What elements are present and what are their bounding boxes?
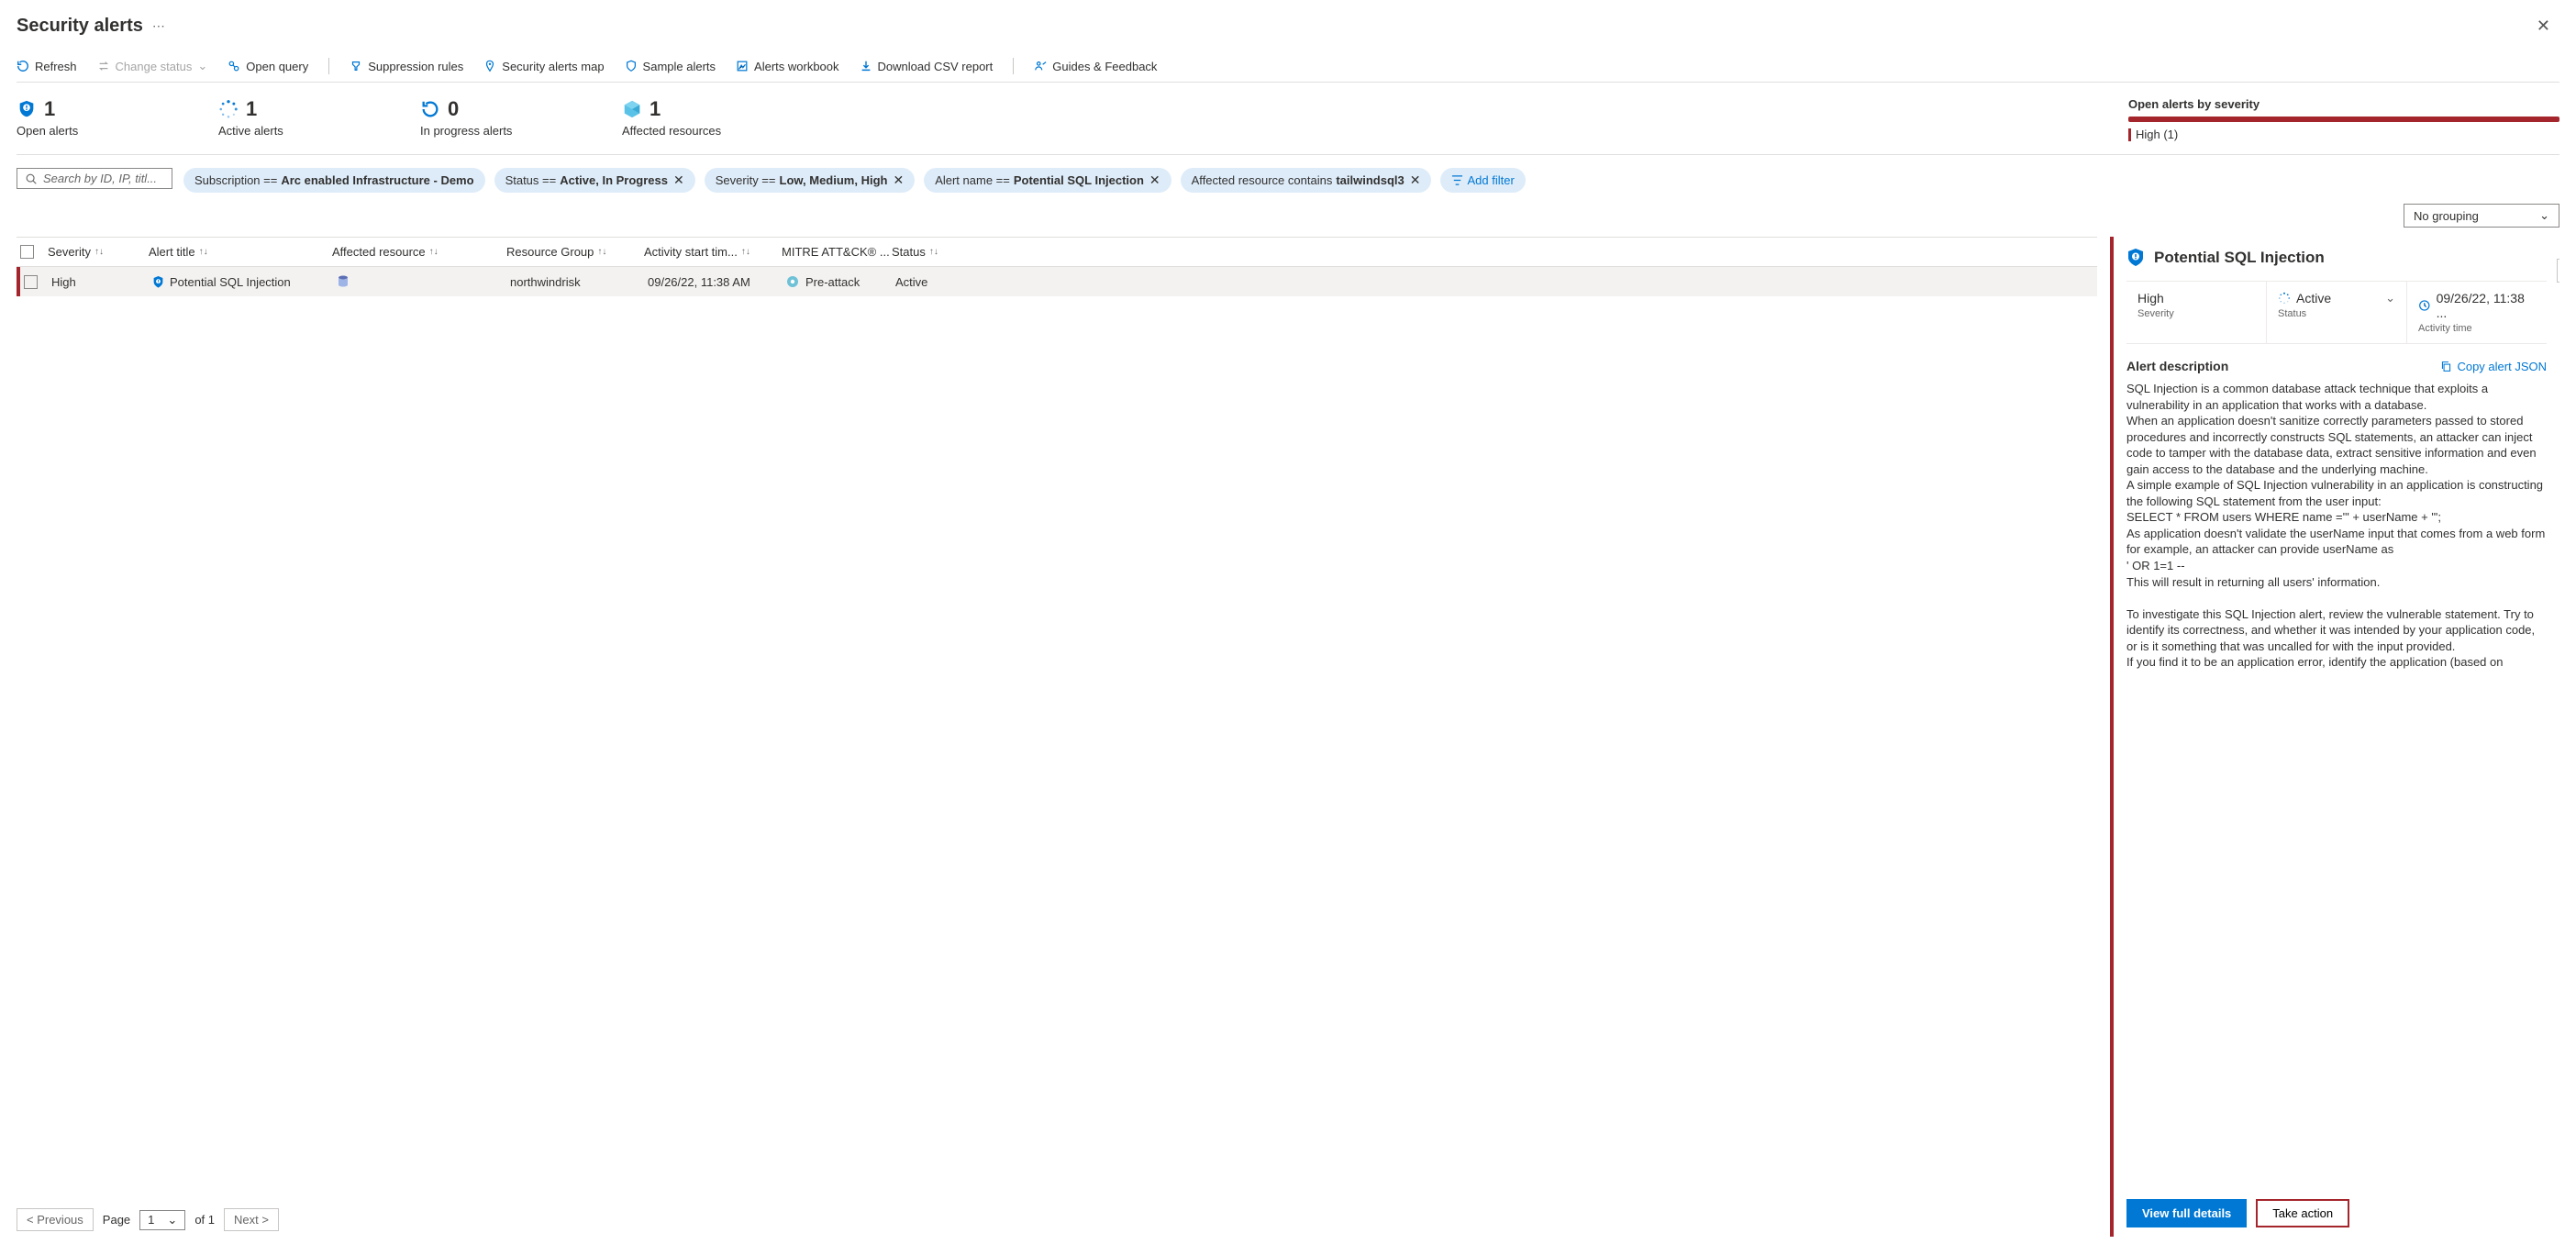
search-icon (25, 172, 38, 185)
download-icon (860, 60, 872, 72)
guides-button[interactable]: Guides & Feedback (1034, 60, 1157, 73)
cell-status: Active (895, 275, 969, 289)
close-icon[interactable]: ✕ (2527, 11, 2559, 41)
remove-filter-icon[interactable]: ✕ (1410, 172, 1421, 188)
open-query-button[interactable]: Open query (228, 60, 308, 73)
kpi-affected-label: Affected resources (622, 124, 750, 138)
col-status[interactable]: Status↑↓ (892, 245, 965, 259)
page-select[interactable]: 1⌄ (139, 1210, 185, 1230)
remove-filter-icon[interactable]: ✕ (1149, 172, 1160, 188)
kpi-affected-value: 1 (650, 97, 661, 121)
filter-alert-name[interactable]: Alert name == Potential SQL Injection✕ (924, 168, 1171, 193)
next-page-button[interactable]: Next > (224, 1208, 279, 1231)
change-status-button: Change status ⌄ (97, 59, 208, 73)
col-severity[interactable]: Severity↑↓ (48, 245, 149, 259)
col-time[interactable]: Activity start tim...↑↓ (644, 245, 782, 259)
mitre-icon (785, 274, 800, 289)
panel-time: 09/26/22, 11:38 ... (2437, 291, 2536, 320)
workbook-button[interactable]: Alerts workbook (736, 60, 838, 73)
alert-description: SQL Injection is a common database attac… (2126, 381, 2547, 1186)
active-icon (2278, 292, 2291, 305)
panel-title: Potential SQL Injection (2154, 249, 2325, 267)
cell-mitre: Pre-attack (805, 275, 860, 289)
kpi-progress-value: 0 (448, 97, 459, 121)
col-title[interactable]: Alert title↑↓ (149, 245, 332, 259)
sql-server-icon (336, 274, 350, 289)
refresh-button[interactable]: Refresh (17, 60, 77, 73)
expand-panel-button[interactable]: › (2557, 259, 2559, 283)
col-resource[interactable]: Affected resource↑↓ (332, 245, 506, 259)
severity-legend: High (1) (2128, 128, 2559, 141)
add-filter-button[interactable]: Add filter (1440, 168, 1525, 193)
cell-rg: northwindrisk (510, 275, 648, 289)
filter-severity[interactable]: Severity == Low, Medium, High✕ (705, 168, 915, 193)
filter-status[interactable]: Status == Active, In Progress✕ (494, 168, 695, 193)
col-mitre[interactable]: MITRE ATT&CK® ... (782, 245, 892, 259)
workbook-icon (736, 60, 749, 72)
shield-icon (625, 60, 638, 72)
description-heading: Alert description (2126, 359, 2228, 373)
panel-status: Active (2296, 291, 2331, 305)
guides-icon (1034, 60, 1047, 72)
take-action-button[interactable]: Take action (2256, 1199, 2349, 1227)
swap-icon (97, 60, 110, 72)
refresh-icon (17, 60, 29, 72)
filter-subscription[interactable]: Subscription == Arc enabled Infrastructu… (183, 168, 485, 193)
select-all-checkbox[interactable] (20, 245, 34, 259)
cell-title: Potential SQL Injection (170, 275, 291, 289)
prev-page-button[interactable]: < Previous (17, 1208, 94, 1231)
query-icon (228, 60, 240, 72)
shield-alert-icon (2126, 248, 2145, 268)
kpi-active-label: Active alerts (218, 124, 347, 138)
cube-icon (622, 99, 642, 119)
page-of: of 1 (194, 1213, 215, 1227)
cell-severity: High (51, 275, 152, 289)
chevron-down-icon: ⌄ (197, 59, 207, 73)
copy-json-button[interactable]: Copy alert JSON (2440, 360, 2547, 373)
chevron-down-icon[interactable]: ⌄ (2385, 291, 2395, 305)
kpi-progress-label: In progress alerts (420, 124, 549, 138)
clock-icon (2418, 299, 2431, 312)
row-checkbox[interactable] (24, 275, 38, 289)
kpi-open-value: 1 (44, 97, 55, 121)
page-label: Page (103, 1213, 130, 1227)
filter-icon (1451, 174, 1463, 186)
search-input[interactable]: Search by ID, IP, titl... (17, 168, 172, 189)
copy-icon (2440, 361, 2452, 372)
active-icon (218, 99, 239, 119)
severity-bar (2128, 117, 2559, 122)
download-csv-button[interactable]: Download CSV report (860, 60, 994, 73)
table-row[interactable]: High Potential SQL Injection northwindri… (17, 267, 2097, 296)
chevron-down-icon: ⌄ (2539, 208, 2549, 223)
chevron-down-icon: ⌄ (167, 1213, 177, 1227)
grouping-select[interactable]: No grouping⌄ (2404, 204, 2559, 228)
suppression-button[interactable]: Suppression rules (350, 60, 463, 73)
cell-time: 09/26/22, 11:38 AM (648, 275, 785, 289)
progress-icon (420, 99, 440, 119)
remove-filter-icon[interactable]: ✕ (673, 172, 684, 188)
kpi-active-value: 1 (246, 97, 257, 121)
filter-resource[interactable]: Affected resource contains tailwindsql3✕ (1181, 168, 1432, 193)
view-full-details-button[interactable]: View full details (2126, 1199, 2247, 1227)
remove-filter-icon[interactable]: ✕ (893, 172, 904, 188)
kpi-open-label: Open alerts (17, 124, 145, 138)
alerts-map-button[interactable]: Security alerts map (483, 60, 604, 73)
severity-title: Open alerts by severity (2128, 97, 2559, 111)
more-icon[interactable]: ⋯ (152, 18, 167, 34)
shield-icon (152, 275, 164, 289)
shield-alert-icon (17, 99, 37, 119)
suppression-icon (350, 60, 362, 72)
panel-severity: High (2137, 291, 2255, 305)
sample-alerts-button[interactable]: Sample alerts (625, 60, 716, 73)
col-rg[interactable]: Resource Group↑↓ (506, 245, 644, 259)
map-pin-icon (483, 60, 496, 72)
page-title: Security alerts (17, 16, 143, 37)
